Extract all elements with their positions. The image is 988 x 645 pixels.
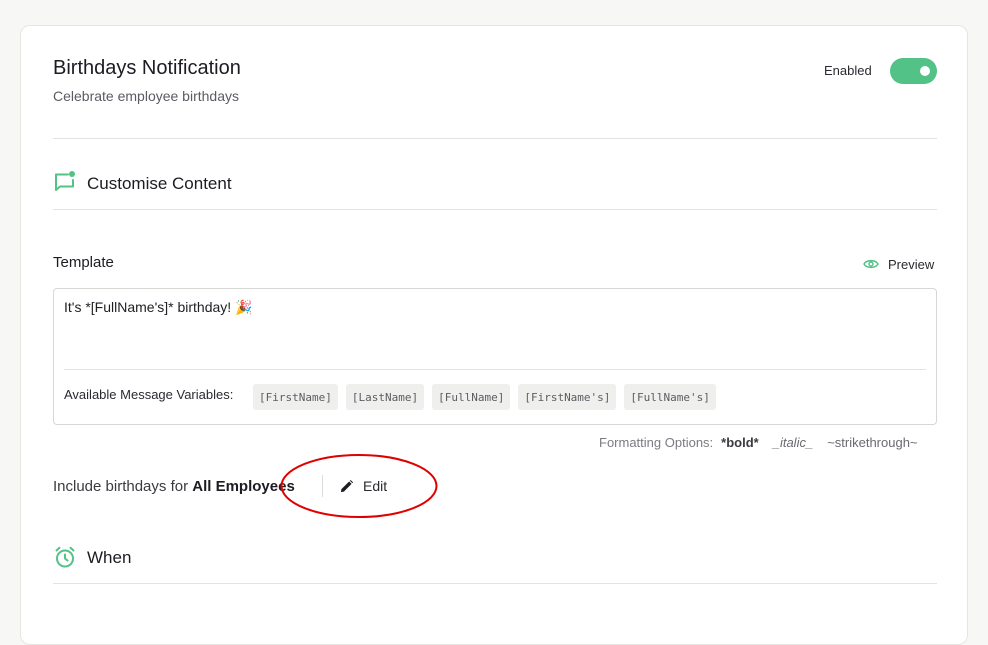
toggle-knob [920,66,930,76]
variable-chip-firstname-possessive[interactable]: [FirstName's] [518,384,617,410]
section-title-content: Customise Content [87,174,232,193]
template-message[interactable]: It's *[FullName's]* birthday! 🎉 [64,299,253,316]
variable-chip-fullname-possessive[interactable]: [FullName's] [624,384,716,410]
variables-label: Available Message Variables: [64,387,234,402]
enabled-toggle[interactable] [890,58,937,84]
include-birthdays: Include birthdays for All Employees [53,478,295,495]
page-title: Birthdays Notification [53,57,241,79]
status-label: Enabled [824,63,872,78]
message-square-icon [53,170,77,194]
header-divider [53,138,937,139]
variable-chip-firstname[interactable]: [FirstName] [253,384,338,410]
content-divider [53,209,937,210]
alarm-clock-icon [53,545,77,569]
page-subtitle: Celebrate employee birthdays [53,88,239,104]
formatting-options: Formatting Options: *bold* _italic_ ~str… [599,435,918,450]
include-prefix: Include birthdays for [53,478,189,495]
eye-icon [863,259,879,269]
format-bold: *bold* [721,435,759,450]
variable-chip-lastname[interactable]: [LastName] [345,384,425,410]
variable-chip-fullname[interactable]: [FullName] [432,384,511,410]
preview-button[interactable]: Preview [863,254,934,274]
variable-chips: [FirstName] [LastName] [FullName] [First… [253,384,716,410]
preview-label: Preview [888,256,935,272]
editor-divider [64,369,926,370]
template-label: Template [53,254,114,271]
format-italic: _italic_ [772,435,814,450]
when-divider [53,583,937,584]
section-title-when: When [87,548,132,567]
format-strikethrough: ~strikethrough~ [827,435,918,450]
notification-card: Birthdays Notification Celebrate employe… [20,25,968,645]
formatting-label: Formatting Options: [599,435,714,450]
annotation-circle [280,454,438,518]
template-editor[interactable]: It's *[FullName's]* birthday! 🎉 Availabl… [53,288,937,425]
